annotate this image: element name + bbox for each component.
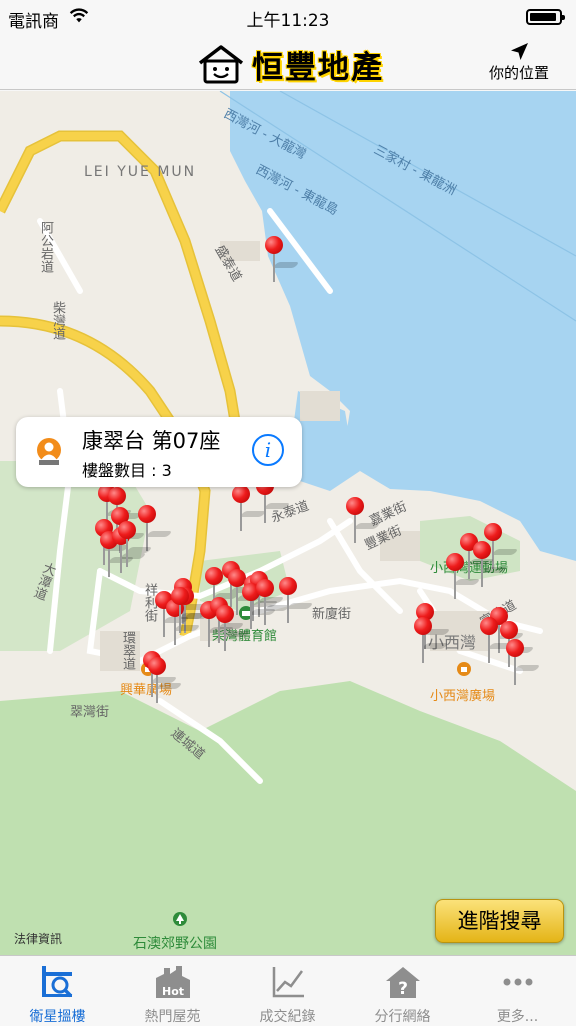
battery-icon [526, 9, 565, 25]
tab-label: 成交紀錄 [259, 1009, 316, 1025]
info-button[interactable]: i [252, 434, 284, 466]
line-chart-icon [272, 967, 304, 998]
map-label: 阿公岩道 [38, 221, 53, 273]
more-dots-icon [503, 978, 533, 986]
map-label: 小西灣廣場 [430, 689, 496, 704]
map-view[interactable]: LEI YUE MUN 西灣河 - 大龍灣 三家村 - 東龍洲 西灣河 - 東龍… [0, 91, 576, 955]
brand-logo: 恒豐地產 [196, 42, 384, 86]
locate-me-label: 你的位置 [488, 64, 549, 82]
locate-me-button[interactable]: 你的位置 [474, 40, 564, 90]
property-pin[interactable] [279, 577, 314, 625]
hot-buildings-icon: Hot [156, 966, 190, 998]
property-pin[interactable] [216, 605, 251, 653]
map-label: 新廈街 [312, 607, 352, 622]
property-pin[interactable] [506, 639, 541, 687]
status-bar: 電訊商 上午11:23 [0, 0, 576, 40]
nav-bar: 恒豐地產 你的位置 [0, 40, 576, 90]
shopping-mall-icon [457, 662, 471, 676]
property-pin[interactable] [414, 617, 449, 665]
callout-subtitle: 樓盤數目 : 3 [82, 461, 172, 480]
svg-text:?: ? [398, 979, 408, 999]
property-pin[interactable] [446, 553, 481, 601]
tab-label: 衛星搵樓 [29, 1009, 86, 1025]
advanced-search-button[interactable]: 進階搜尋 [435, 899, 564, 943]
property-pin[interactable] [480, 617, 515, 665]
map-label: 柴灣道 [50, 301, 65, 340]
tab-transactions[interactable]: 成交紀錄 [230, 956, 345, 1025]
tab-bar: 衛星搵樓 Hot 熱門屋苑 成交紀錄 ? 分行網絡 更多... [0, 955, 576, 1025]
house-smile-icon [198, 45, 244, 84]
tab-label: 分行網絡 [374, 1009, 431, 1025]
tab-more[interactable]: 更多... [460, 956, 575, 1025]
park-icon [173, 912, 187, 926]
callout-title: 康翠台 第07座 [82, 429, 221, 453]
tab-hot-estates[interactable]: Hot 熱門屋苑 [115, 956, 230, 1025]
tab-map-search[interactable]: 衛星搵樓 [0, 956, 115, 1025]
property-pin[interactable] [256, 579, 291, 627]
map-label: 石澳郊野公園 [133, 936, 217, 952]
property-pin[interactable] [346, 497, 381, 545]
brand-name: 恒豐地產 [252, 49, 384, 86]
property-pin[interactable] [148, 657, 183, 705]
property-pin[interactable] [138, 505, 173, 553]
map-search-icon [42, 966, 73, 998]
tab-label: 熱門屋苑 [144, 1009, 201, 1025]
property-pin[interactable] [171, 587, 206, 635]
property-callout[interactable]: 康翠台 第07座 樓盤數目 : 3 i [16, 417, 302, 487]
clock: 上午11:23 [246, 11, 330, 31]
map-label: 翠灣街 [70, 705, 110, 720]
location-arrow-icon [511, 43, 528, 60]
property-pin[interactable] [232, 485, 267, 533]
branch-house-icon: ? [386, 967, 420, 999]
property-pin[interactable] [265, 236, 300, 284]
map-label: LEI YUE MUN [84, 164, 197, 180]
map-label: 環翠道 [120, 631, 135, 670]
property-pin[interactable] [118, 521, 153, 569]
person-icon [37, 438, 61, 465]
svg-text:Hot: Hot [162, 985, 184, 998]
tab-branches[interactable]: ? 分行網絡 [345, 956, 460, 1025]
legal-link[interactable]: 法律資訊 [14, 930, 62, 947]
tab-label: 更多... [496, 1009, 539, 1025]
